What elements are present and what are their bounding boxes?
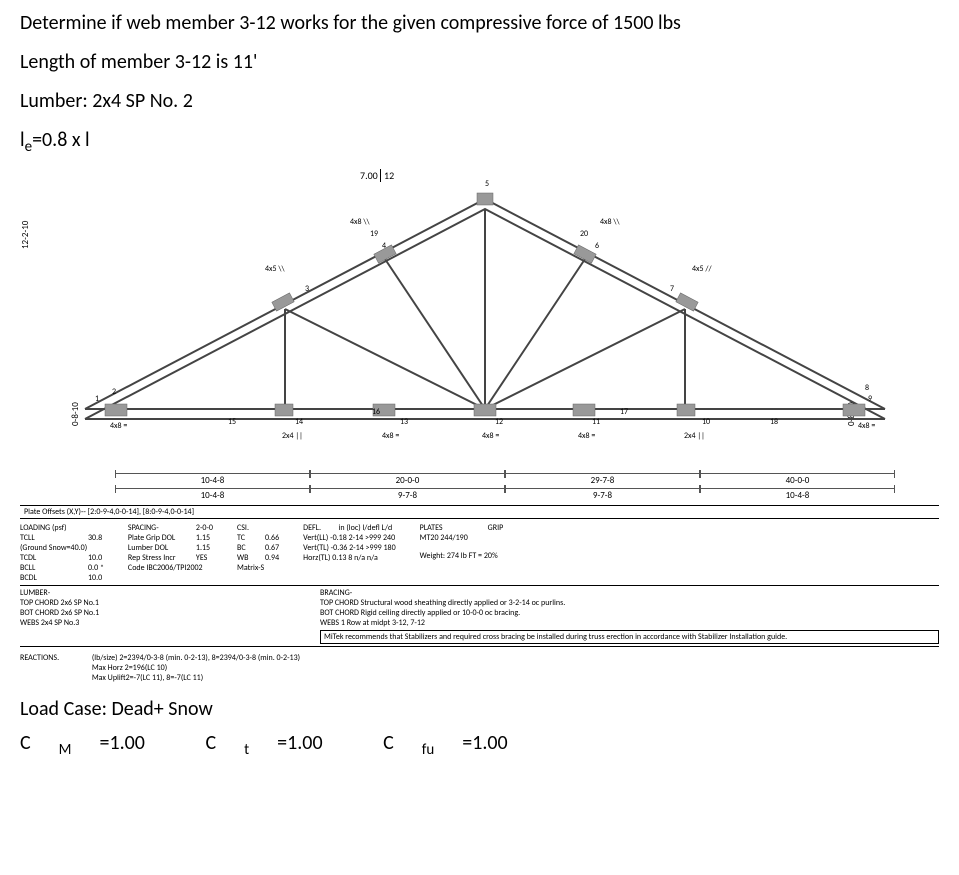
node-20: 20 — [580, 229, 588, 239]
coefficients: CM=1.00 Ct=1.00 Cfu=1.00 — [20, 731, 939, 759]
dim-top-2: 20-0-0 — [310, 473, 505, 486]
web-d2 — [385, 259, 485, 409]
plate-b12: 4x8 = — [482, 431, 499, 441]
problem-statement: Determine if web member 3-12 works for t… — [20, 10, 939, 157]
plate-4: 4x8 \\ — [600, 217, 620, 227]
plate-b10: 2x4 || — [684, 431, 705, 441]
node-17: 17 — [620, 407, 628, 417]
plate-1: 4x8 = — [110, 421, 127, 431]
node-8: 8 — [865, 383, 869, 393]
plate-b13: 4x8 = — [382, 431, 399, 441]
node-12: 12 — [495, 417, 503, 427]
node-7: 7 — [670, 284, 674, 294]
truss-diagram: 7.00 12 12-2-10 0-8-10 0-8-10 — [20, 169, 920, 469]
coef-cm: CM=1.00 — [20, 731, 173, 755]
web-d3 — [485, 259, 585, 409]
plate-5: 4x5 // — [692, 264, 712, 274]
node-6: 6 — [595, 241, 599, 251]
node-1: 1 — [95, 394, 99, 404]
node-18: 18 — [770, 417, 778, 427]
node-19: 19 — [370, 229, 378, 239]
plate-2: 4x5 \\ — [265, 264, 285, 274]
loading-col: LOADING (psf) TCLL30.8 (Ground Snow=40.0… — [20, 523, 104, 583]
dim-bot-4: 10-4-8 — [700, 488, 895, 501]
plate-b11: 4x8 = — [578, 431, 595, 441]
vert-dim-outer: 12-2-10 — [20, 221, 31, 249]
plates-col: PLATESGRIP MT20 244/190 Weight: 274 lb F… — [420, 523, 504, 583]
node-9: 9 — [868, 394, 872, 404]
reactions-block: REACTIONS. (lb/size) 2=2394/0-3-8 (min. … — [20, 653, 939, 683]
plate-3: 4x8 \\ — [350, 217, 370, 227]
node-16: 16 — [372, 407, 380, 417]
web-d4 — [485, 309, 685, 409]
load-case: Load Case: Dead+ Snow — [20, 697, 939, 721]
node-5: 5 — [485, 179, 489, 189]
dim-bot-2: 9-7-8 — [310, 488, 505, 501]
defl-col: DEFL. in (loc) l/defl L/d Vert(LL) -0.18… — [303, 523, 396, 583]
loading-hdr: LOADING (psf) — [20, 523, 104, 533]
node-4: 4 — [382, 241, 386, 251]
dim-top-1: 10-4-8 — [115, 473, 310, 486]
bracing-col: BRACING- TOP CHORD Structural wood sheat… — [320, 588, 939, 644]
dim-bot-1: 10-4-8 — [115, 488, 310, 501]
dim-bot-3: 9-7-8 — [505, 488, 700, 501]
node-13: 13 — [400, 417, 408, 427]
node-15: 15 — [228, 417, 236, 427]
problem-line-3: Lumber: 2x4 SP No. 2 — [20, 88, 939, 115]
mitek-note: MiTek recommends that Stabilizers and re… — [320, 630, 939, 644]
coef-cfu: Cfu=1.00 — [383, 731, 536, 755]
reactions-hdr: REACTIONS. — [20, 653, 90, 663]
problem-line-4: le=0.8 x l — [20, 127, 939, 157]
lumber-col: LUMBER- TOP CHORD 2x6 SP No.1 BOT CHORD … — [20, 588, 280, 644]
plate-6: 4x8 = — [858, 421, 875, 431]
coef-ct: Ct=1.00 — [205, 731, 350, 755]
spec-grid: LOADING (psf) TCLL30.8 (Ground Snow=40.0… — [20, 521, 939, 586]
node-11: 11 — [592, 417, 600, 427]
csi-col: CSI. TC0.66 BC0.67 WB0.94 Matrix-S — [237, 523, 279, 583]
web-d1 — [285, 309, 485, 409]
node-14: 14 — [295, 417, 303, 427]
problem-line-1: Determine if web member 3-12 works for t… — [20, 10, 939, 37]
plate-offsets: Plate Offsets (X,Y)-- [2:0-9-4,0-0-14], … — [20, 505, 939, 519]
dim-row-bot: 10-4-8 9-7-8 9-7-8 10-4-8 — [115, 488, 895, 501]
plate-b14: 2x4 || — [282, 431, 303, 441]
csi-hdr: CSI. — [237, 523, 279, 533]
truss-svg — [55, 179, 915, 439]
dim-top-3: 29-7-8 — [505, 473, 700, 486]
problem-line-2: Length of member 3-12 is 11' — [20, 49, 939, 76]
lumber-bracing-row: LUMBER- TOP CHORD 2x6 SP No.1 BOT CHORD … — [20, 586, 939, 647]
dim-top-4: 40-0-0 — [700, 473, 895, 486]
node-10: 10 — [702, 417, 710, 427]
node-3: 3 — [305, 284, 309, 294]
node-2: 2 — [112, 387, 116, 397]
spacing-col: SPACING-2-0-0 Plate Grip DOL1.15 Lumber … — [128, 523, 213, 583]
